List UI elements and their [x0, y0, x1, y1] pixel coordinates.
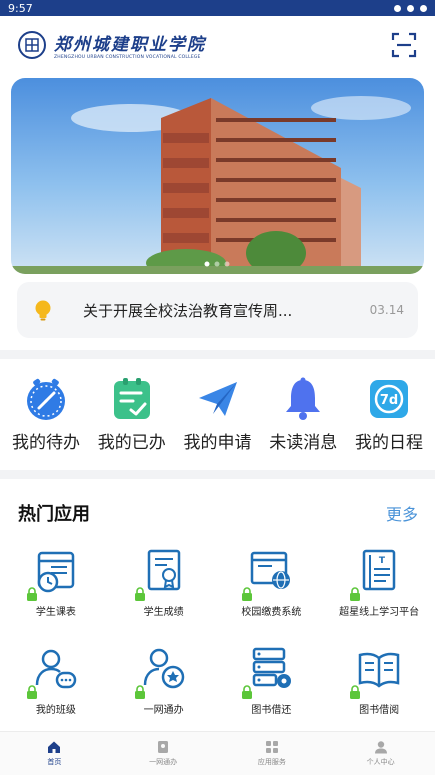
status-bar: 9:57: [0, 0, 435, 16]
school-logo: 郑州城建职业学院 ZHENGZHOU URBAN CONSTRUCTION VO…: [18, 30, 206, 60]
quick-action-schedule[interactable]: 7d 我的日程: [347, 376, 431, 453]
app-label: 图书借还: [251, 705, 292, 716]
lock-icon: [26, 587, 37, 601]
tab-label: 应用服务: [257, 758, 286, 766]
apps-grid-icon: [265, 741, 278, 753]
signal-icon: [394, 4, 401, 12]
server-gear-icon: [253, 647, 292, 688]
app-chaoxing-learning[interactable]: T 超星线上学习平台: [325, 547, 433, 629]
lightbulb-icon: [35, 300, 51, 321]
school-name: 郑州城建职业学院: [54, 35, 206, 55]
svg-text:T: T: [379, 556, 386, 566]
stopwatch-icon: [27, 378, 65, 420]
wifi-icon: [407, 4, 414, 12]
tab-label: 一网通办: [149, 758, 178, 766]
paper-plane-icon: [198, 382, 237, 416]
banner-carousel[interactable]: [11, 78, 424, 274]
quick-action-label: 我的已办: [97, 433, 166, 453]
quick-action-label: 我的待办: [12, 433, 80, 453]
tab-app-services[interactable]: 应用服务: [218, 732, 327, 775]
app-label: 我的班级: [35, 705, 76, 716]
user-badge-icon: [143, 648, 184, 689]
app-label: 一网通办: [143, 705, 184, 716]
status-icons: [394, 4, 427, 12]
section-divider: [0, 350, 435, 359]
lock-icon: [26, 685, 37, 699]
quick-action-todo[interactable]: 我的待办: [4, 376, 88, 453]
clipboard-check-icon: [113, 378, 150, 419]
app-book-return[interactable]: 图书借还: [218, 645, 326, 727]
hot-apps-header: 热门应用 更多: [0, 479, 435, 547]
bottom-tab-bar: 首页 一网通办 应用服务 个人中心: [0, 731, 435, 775]
app-student-schedule[interactable]: 学生课表: [2, 547, 110, 629]
app-label: 学生成绩: [143, 607, 184, 618]
notice-text: 关于开展全校法治教育宣传周...: [83, 301, 293, 320]
tab-profile[interactable]: 个人中心: [326, 732, 435, 775]
tab-label: 首页: [47, 758, 62, 766]
quick-action-done[interactable]: 我的已办: [90, 376, 174, 453]
status-time: 9:57: [8, 1, 33, 15]
lock-icon: [350, 685, 361, 699]
app-label: 校园缴费系统: [241, 607, 302, 618]
scan-icon[interactable]: [391, 32, 417, 58]
service-icon: [158, 741, 169, 753]
quick-action-label: 我的日程: [355, 433, 423, 453]
hot-apps-title: 热门应用: [18, 504, 90, 525]
top-bar: 郑州城建职业学院 ZHENGZHOU URBAN CONSTRUCTION VO…: [0, 16, 435, 74]
campus-building-image: [11, 96, 424, 274]
lock-icon: [242, 685, 253, 699]
notice-bar[interactable]: 关于开展全校法治教育宣传周... 03.14: [17, 282, 418, 338]
school-name-en: ZHENGZHOU URBAN CONSTRUCTION VOCATIONAL …: [54, 55, 201, 60]
battery-icon: [420, 4, 427, 12]
quick-action-apply[interactable]: 我的申请: [176, 376, 260, 453]
lock-icon: [350, 587, 361, 601]
users-chat-icon: [35, 649, 77, 689]
app-student-grades[interactable]: 学生成绩: [110, 547, 218, 629]
lock-icon: [242, 587, 253, 601]
quick-actions: 我的待办 我的已办 我的申请 未读消息 7d 我的日程: [0, 359, 435, 470]
notice-date: 03.14: [369, 303, 404, 317]
book-text-icon: T: [362, 549, 396, 591]
app-label: 学生课表: [35, 607, 76, 618]
tab-one-stop[interactable]: 一网通办: [109, 732, 218, 775]
section-divider: [0, 470, 435, 479]
open-book-icon: [358, 652, 400, 688]
lock-icon: [134, 685, 145, 699]
tab-label: 个人中心: [366, 758, 395, 766]
more-link[interactable]: 更多: [386, 501, 418, 525]
home-icon: [48, 741, 61, 753]
app-my-class[interactable]: 我的班级: [2, 645, 110, 727]
certificate-icon: [147, 549, 180, 591]
app-label: 超星线上学习平台: [339, 607, 420, 618]
quick-action-label: 未读消息: [269, 433, 338, 453]
tab-home[interactable]: 首页: [0, 732, 109, 775]
schedule-clock-icon: [37, 551, 75, 593]
person-icon: [374, 741, 387, 754]
app-one-stop-service[interactable]: 一网通办: [110, 645, 218, 727]
app-label: 图书借阅: [359, 705, 400, 716]
app-campus-payment[interactable]: 校园缴费系统: [218, 547, 326, 629]
calendar-7d-icon: 7d: [370, 380, 408, 418]
app-book-borrow[interactable]: 图书借阅: [325, 645, 433, 727]
lock-icon: [134, 587, 145, 601]
svg-text:7d: 7d: [380, 393, 398, 408]
bell-icon: [286, 377, 321, 420]
school-seal-icon: [18, 31, 46, 59]
quick-action-label: 我的申请: [183, 433, 252, 453]
browser-globe-icon: [251, 551, 291, 589]
hot-apps-grid: 学生课表 学生成绩 校园缴费系统 T 超星线上学习平台 我的班级 一网通办 图书…: [0, 547, 435, 727]
quick-action-unread[interactable]: 未读消息: [261, 376, 345, 453]
